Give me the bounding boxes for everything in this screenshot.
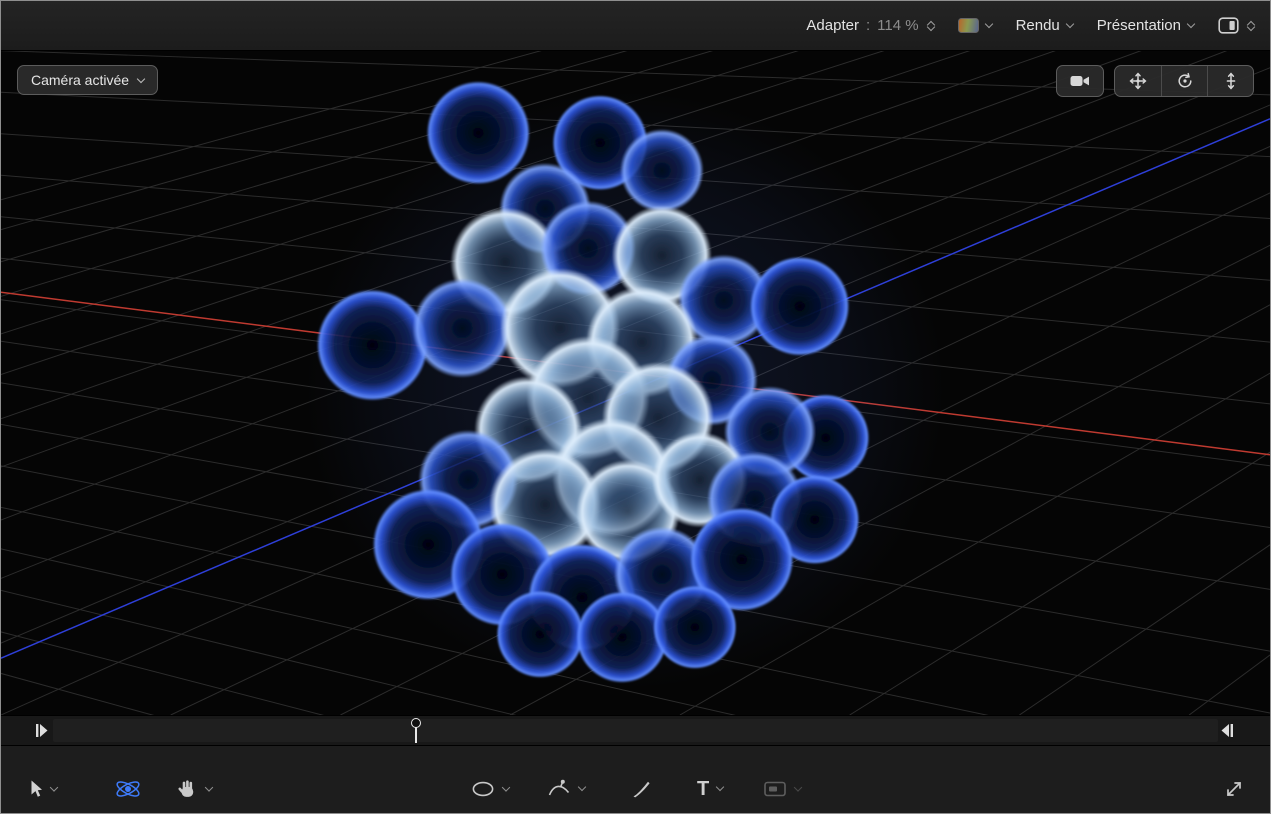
- oval-shape-icon: [472, 781, 494, 797]
- image-mask-tool[interactable]: [763, 781, 803, 798]
- camera-icon: [1070, 76, 1089, 86]
- hand-tool[interactable]: [177, 779, 214, 800]
- paint-stroke-icon: [633, 781, 650, 798]
- chevron-down-icon: [577, 782, 587, 792]
- stepper-icon[interactable]: [1246, 20, 1256, 31]
- zoom-control[interactable]: Adapter : 114 %: [806, 17, 935, 34]
- chevron-down-icon: [984, 19, 993, 28]
- chevron-down-icon: [501, 782, 511, 792]
- playhead[interactable]: [409, 718, 423, 743]
- orbit-camera-button[interactable]: [1161, 66, 1207, 96]
- dolly-camera-icon: [1226, 72, 1235, 90]
- hand-pan-icon: [178, 780, 194, 797]
- mini-timeline[interactable]: [1, 715, 1270, 745]
- camera-controls: [1056, 65, 1254, 97]
- expand-timing-button[interactable]: [1224, 779, 1244, 799]
- chevron-down-icon: [1065, 19, 1075, 28]
- shape-tool[interactable]: [471, 781, 511, 798]
- window-layout-icon: [1218, 17, 1239, 34]
- expand-icon: [1227, 782, 1241, 796]
- select-tool[interactable]: [29, 780, 59, 799]
- camera-toggle-group: [1056, 65, 1104, 97]
- camera-status-label: Caméra activée: [31, 72, 130, 88]
- color-channels-icon: [957, 18, 979, 33]
- chevron-down-icon: [204, 782, 214, 792]
- view-label: Présentation: [1096, 17, 1181, 34]
- playhead-stem: [415, 727, 417, 743]
- zoom-separator: :: [865, 17, 871, 34]
- chevron-down-icon: [1186, 19, 1196, 28]
- chevron-down-icon: [715, 782, 725, 792]
- orbit-camera-icon: [1177, 72, 1192, 88]
- image-rect-icon: [764, 781, 786, 797]
- chevron-down-icon: [49, 782, 59, 792]
- view-popup[interactable]: Présentation: [1096, 17, 1196, 34]
- transform-3d-tool[interactable]: [113, 775, 143, 803]
- 3d-scene[interactable]: [1, 51, 1270, 715]
- camera-move-group: [1114, 65, 1254, 97]
- stepper-icon[interactable]: [926, 20, 935, 31]
- timeline-out-marker[interactable]: [1220, 723, 1234, 743]
- pan-camera-icon: [1129, 72, 1147, 90]
- transform-3d-icon: [116, 781, 140, 797]
- timeline-in-marker[interactable]: [35, 723, 49, 743]
- pan-camera-button[interactable]: [1115, 66, 1161, 96]
- zoom-label: Adapter: [806, 17, 859, 34]
- bezier-tool[interactable]: [547, 779, 587, 799]
- chevron-down-icon: [136, 74, 146, 83]
- channels-popup[interactable]: [957, 18, 993, 33]
- camera-status-button[interactable]: Caméra activée: [17, 65, 159, 95]
- render-popup[interactable]: Rendu: [1015, 17, 1075, 34]
- tool-bar: T: [1, 745, 1270, 813]
- camera-button[interactable]: [1057, 66, 1103, 96]
- render-label: Rendu: [1015, 17, 1060, 34]
- canvas-toolbar: Adapter : 114 % Rendu Présentation: [1, 1, 1270, 51]
- select-arrow-icon: [31, 780, 42, 797]
- text-tool-icon: T: [697, 778, 710, 800]
- bezier-icon: [548, 779, 570, 796]
- canvas-viewport[interactable]: Caméra activée: [1, 51, 1270, 715]
- chevron-down-icon: [793, 782, 803, 792]
- window-layout-control[interactable]: [1218, 17, 1256, 34]
- zoom-value: 114 %: [877, 17, 919, 34]
- text-tool[interactable]: T: [697, 778, 725, 800]
- paint-stroke-tool[interactable]: [631, 779, 651, 799]
- timeline-track[interactable]: [53, 719, 1218, 742]
- dolly-camera-button[interactable]: [1207, 66, 1253, 96]
- motion-window: Adapter : 114 % Rendu Présentation Camér…: [0, 0, 1271, 814]
